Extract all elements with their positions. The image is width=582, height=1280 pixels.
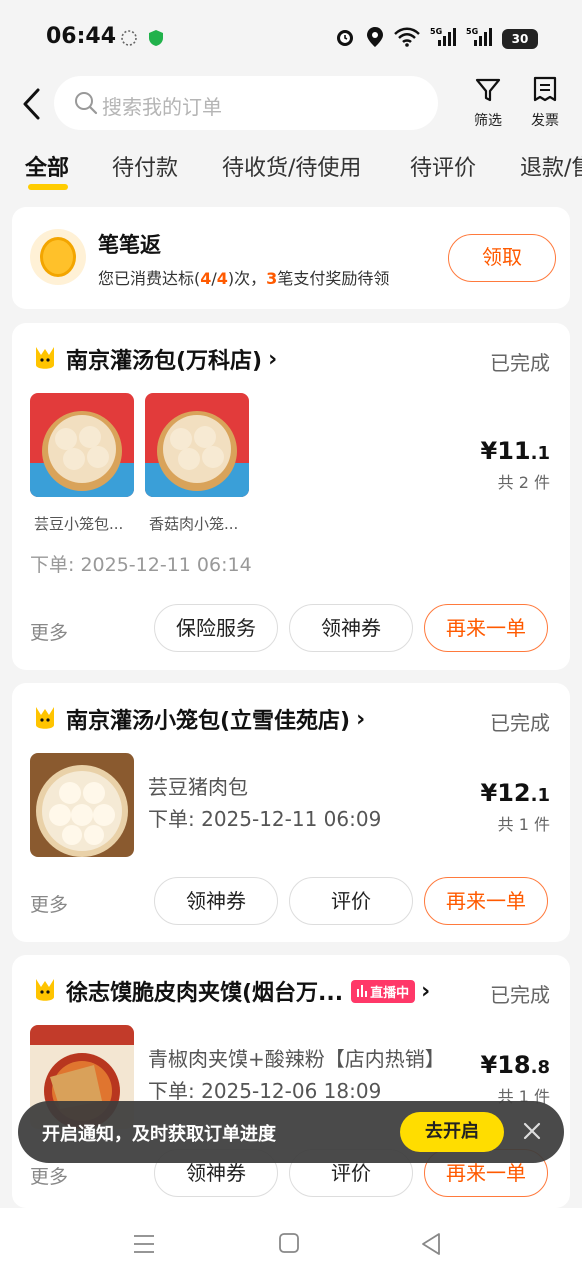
order-time: 下单: 2025-12-11 06:14: [30, 554, 252, 576]
filter-icon: [474, 78, 502, 108]
tab-all[interactable]: 全部: [25, 150, 69, 182]
system-nav-bar: [0, 1208, 582, 1280]
chevron-right-icon: ›: [421, 978, 431, 1004]
product-name: 香菇肉小笼...: [149, 515, 239, 533]
toast-text: 开启通知，及时获取订单进度: [42, 1124, 276, 1145]
back-button[interactable]: [20, 86, 50, 122]
order-time: 下单: 2025-12-06 18:09: [148, 1079, 382, 1103]
signal-5g-icon-2: 5G: [466, 26, 492, 52]
more-button[interactable]: 更多: [30, 1162, 68, 1189]
enable-notification-button[interactable]: 去开启: [400, 1112, 504, 1152]
order-tabs: 全部 待付款 待收货/待使用 待评价 退款/售后: [0, 150, 582, 194]
invoice-icon: [532, 76, 558, 108]
shop-link[interactable]: 南京灌汤小笼包(立雪佳苑店) ›: [32, 703, 365, 735]
coupon-button[interactable]: 领神券: [154, 877, 278, 925]
back-nav-icon[interactable]: [420, 1232, 442, 1260]
svg-text:5G: 5G: [466, 27, 478, 36]
chevron-right-icon: ›: [356, 706, 366, 732]
shop-name: 南京灌汤小笼包(立雪佳苑店): [66, 709, 351, 734]
shop-name: 徐志馍脆皮肉夹馍(烟台万...: [66, 981, 344, 1006]
live-icon: [357, 985, 368, 997]
item-count: 共 1 件: [497, 815, 550, 834]
order-status: 已完成: [490, 351, 550, 375]
shield-icon: [148, 29, 164, 51]
invoice-button[interactable]: 发票: [520, 76, 570, 130]
battery-icon: 30: [502, 29, 538, 49]
invoice-label: 发票: [531, 113, 559, 129]
filter-button[interactable]: 筛选: [463, 76, 513, 130]
active-tab-indicator: [28, 184, 68, 190]
coin-icon: [30, 229, 86, 285]
product-name: 芸豆猪肉包: [148, 775, 248, 799]
close-icon[interactable]: [522, 1121, 542, 1145]
search-icon: [74, 91, 98, 119]
svg-text:5G: 5G: [430, 27, 442, 36]
order-price: ¥12.1: [480, 779, 550, 807]
order-card[interactable]: 南京灌汤包(万科店) › 已完成 芸豆小笼包... 香菇肉小笼... ¥11.1…: [12, 323, 570, 670]
reorder-button[interactable]: 再来一单: [424, 604, 548, 652]
search-placeholder: 搜索我的订单: [102, 95, 222, 119]
cashback-desc: 您已消费达标(4/4)次，3笔支付奖励待领: [98, 269, 390, 288]
menu-icon[interactable]: [132, 1232, 156, 1260]
order-price: ¥11.1: [480, 437, 550, 465]
order-status: 已完成: [490, 711, 550, 735]
shop-name: 南京灌汤包(万科店): [66, 349, 263, 374]
shop-link[interactable]: 南京灌汤包(万科店) ›: [32, 343, 277, 375]
product-name: 青椒肉夹馍+酸辣粉【店内热销】: [148, 1047, 445, 1071]
tab-pending-receipt[interactable]: 待收货/待使用: [222, 150, 361, 182]
order-time: 下单: 2025-12-11 06:09: [148, 807, 382, 831]
shop-logo-icon: [36, 707, 54, 729]
signal-5g-icon: 5G: [430, 26, 456, 52]
activity-icon: [120, 29, 138, 51]
cashback-card: 笔笔返 您已消费达标(4/4)次，3笔支付奖励待领 领取: [12, 207, 570, 309]
live-label: 直播中: [370, 985, 410, 1001]
more-button[interactable]: 更多: [30, 890, 68, 917]
reorder-button[interactable]: 再来一单: [424, 877, 548, 925]
alarm-icon: [334, 26, 356, 52]
product-image[interactable]: [30, 393, 134, 497]
shop-logo-icon: [36, 347, 54, 369]
product-image[interactable]: [30, 753, 134, 857]
filter-label: 筛选: [474, 113, 502, 129]
header: 搜索我的订单 筛选 发票: [0, 74, 582, 134]
tab-pending-review[interactable]: 待评价: [410, 150, 476, 182]
review-button[interactable]: 评价: [289, 877, 413, 925]
status-time: 06:44: [46, 24, 117, 49]
more-button[interactable]: 更多: [30, 618, 68, 645]
tab-refund[interactable]: 退款/售后: [520, 150, 582, 182]
cashback-title: 笔笔返: [98, 233, 161, 257]
live-badge[interactable]: 直播中: [351, 979, 416, 1003]
insurance-button[interactable]: 保险服务: [154, 604, 278, 652]
home-icon[interactable]: [278, 1232, 300, 1258]
status-bar: 06:44 5G 5G 30: [0, 0, 582, 76]
notification-toast: 开启通知，及时获取订单进度 去开启: [18, 1101, 564, 1163]
product-name: 芸豆小笼包...: [34, 515, 124, 533]
search-input[interactable]: 搜索我的订单: [54, 76, 438, 130]
coupon-button[interactable]: 领神券: [289, 604, 413, 652]
tab-pending-payment[interactable]: 待付款: [112, 150, 178, 182]
order-card[interactable]: 徐志馍脆皮肉夹馍(烟台万... 直播中 › 已完成 青椒肉夹馍+酸辣粉【店内热销…: [12, 955, 570, 1208]
shop-logo-icon: [36, 979, 54, 1001]
product-image[interactable]: [145, 393, 249, 497]
chevron-right-icon: ›: [268, 346, 278, 372]
order-price: ¥18.8: [480, 1051, 550, 1079]
claim-button[interactable]: 领取: [448, 234, 556, 282]
shop-link[interactable]: 徐志馍脆皮肉夹馍(烟台万... 直播中 ›: [32, 975, 430, 1007]
order-card[interactable]: 南京灌汤小笼包(立雪佳苑店) › 已完成 芸豆猪肉包 下单: 2025-12-1…: [12, 683, 570, 942]
location-icon: [366, 26, 384, 52]
item-count: 共 2 件: [497, 473, 550, 492]
order-status: 已完成: [490, 983, 550, 1007]
wifi-icon: [394, 27, 420, 51]
